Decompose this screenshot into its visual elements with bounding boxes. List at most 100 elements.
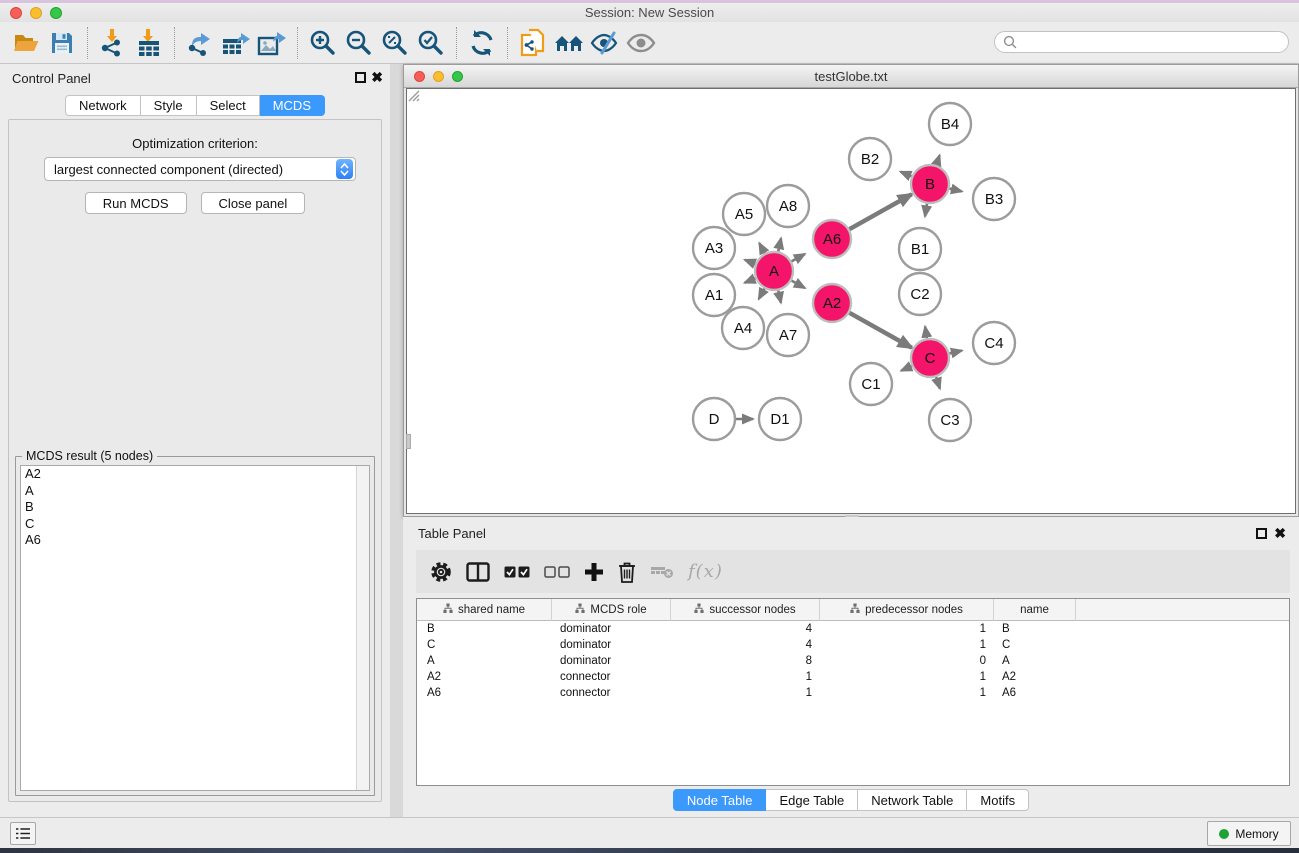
edge-C-C2[interactable] — [925, 327, 927, 339]
table-row[interactable]: A2connector11A2 — [417, 669, 1289, 685]
run-mcds-button[interactable]: Run MCDS — [85, 192, 187, 214]
edge-A-A7[interactable] — [778, 291, 781, 303]
close-table-panel-icon[interactable]: ✖ — [1274, 526, 1286, 540]
graph-node-A3[interactable]: A3 — [693, 227, 735, 269]
tab-motifs[interactable]: Motifs — [967, 789, 1029, 811]
export-network-icon[interactable] — [182, 26, 218, 60]
memory-button[interactable]: Memory — [1207, 821, 1291, 846]
result-item[interactable]: C — [21, 516, 369, 533]
tab-edge-table[interactable]: Edge Table — [766, 789, 858, 811]
graph-node-A8[interactable]: A8 — [767, 185, 809, 227]
edge-A2-C[interactable] — [849, 313, 911, 348]
edge-B-B2[interactable] — [900, 172, 911, 177]
graph-node-B2[interactable]: B2 — [849, 138, 891, 180]
unchecked-boxes-icon[interactable] — [544, 559, 570, 585]
result-item[interactable]: B — [21, 499, 369, 516]
result-scrollbar[interactable] — [356, 466, 369, 790]
optimization-dropdown[interactable]: largest connected component (directed) — [44, 157, 356, 181]
zoom-out-icon[interactable] — [341, 26, 377, 60]
export-table-icon[interactable] — [218, 26, 254, 60]
edge-C-C4[interactable] — [949, 351, 961, 354]
graph-node-D1[interactable]: D1 — [759, 398, 801, 440]
table-row[interactable]: Adominator80A — [417, 653, 1289, 669]
trash-icon[interactable] — [618, 559, 636, 585]
network-canvas[interactable]: B4 B2 B B3 A8A5 A6 A3 B1 A C2 A1 A2 A4A7 C4 C C1 D D1 C3 — [406, 88, 1296, 514]
edge-A-A6[interactable] — [792, 254, 805, 261]
graph-node-A[interactable]: A — [755, 252, 793, 290]
network-graph[interactable]: B4 B2 B B3 A8A5 A6 A3 B1 A C2 A1 A2 A4A7 C4 C C1 D D1 C3 — [407, 89, 1295, 513]
edge-A-A4[interactable] — [759, 289, 765, 299]
table-row[interactable]: A6connector11A6 — [417, 685, 1289, 701]
result-item[interactable]: A2 — [21, 466, 369, 483]
close-panel-button[interactable]: Close panel — [201, 192, 306, 214]
graph-node-A2[interactable]: A2 — [813, 284, 851, 322]
column-header-name[interactable]: name — [994, 599, 1076, 621]
hide-selected-icon[interactable] — [587, 26, 623, 60]
graph-node-C4[interactable]: C4 — [973, 322, 1015, 364]
edge-A-A2[interactable] — [792, 281, 805, 288]
tab-network[interactable]: Network — [65, 95, 141, 116]
float-table-panel-icon[interactable] — [1256, 528, 1267, 539]
import-network-icon[interactable] — [95, 26, 131, 60]
mcds-result-list[interactable]: A2ABCA6 — [20, 465, 370, 791]
column-header-successor-nodes[interactable]: successor nodes — [671, 599, 820, 621]
import-table-icon[interactable] — [131, 26, 167, 60]
edge-B-B4[interactable] — [936, 155, 939, 165]
edge-C-C3[interactable] — [936, 377, 940, 389]
tab-select[interactable]: Select — [197, 95, 260, 116]
column-header-predecessor-nodes[interactable]: predecessor nodes — [820, 599, 994, 621]
edge-B-B3[interactable] — [949, 189, 961, 192]
edge-C-C1[interactable] — [901, 366, 912, 371]
add-icon[interactable] — [584, 559, 604, 585]
graph-node-A4[interactable]: A4 — [722, 307, 764, 349]
graph-node-C2[interactable]: C2 — [899, 273, 941, 315]
graph-node-A6[interactable]: A6 — [813, 220, 851, 258]
tab-network-table[interactable]: Network Table — [858, 789, 967, 811]
resize-grip-icon[interactable] — [407, 89, 420, 102]
split-column-icon[interactable] — [466, 559, 490, 585]
graph-node-A1[interactable]: A1 — [693, 274, 735, 316]
task-history-button[interactable] — [10, 822, 36, 845]
edge-A-A5[interactable] — [759, 243, 764, 253]
result-item[interactable]: A6 — [21, 532, 369, 549]
clone-network-icon[interactable] — [515, 26, 551, 60]
edge-B-B1[interactable] — [925, 204, 927, 217]
gear-icon[interactable] — [430, 559, 452, 585]
graph-node-B[interactable]: B — [911, 165, 949, 203]
table-row[interactable]: Cdominator41C — [417, 637, 1289, 653]
edge-A6-B[interactable] — [849, 194, 911, 229]
checked-boxes-icon[interactable] — [504, 559, 530, 585]
column-header-MCDS-role[interactable]: MCDS role — [552, 599, 671, 621]
graph-node-A5[interactable]: A5 — [723, 193, 765, 235]
graph-node-C1[interactable]: C1 — [850, 363, 892, 405]
show-all-icon[interactable] — [623, 26, 659, 60]
vertical-scroll-thumb[interactable] — [406, 434, 411, 449]
graph-node-D[interactable]: D — [693, 398, 735, 440]
edge-A-A8[interactable] — [778, 238, 781, 251]
close-panel-icon[interactable]: ✖ — [371, 70, 383, 84]
save-session-icon[interactable] — [44, 26, 80, 60]
table-row[interactable]: Bdominator41B — [417, 621, 1289, 637]
graph-node-B4[interactable]: B4 — [929, 103, 971, 145]
graph-node-B3[interactable]: B3 — [973, 178, 1015, 220]
network-window-titlebar[interactable]: testGlobe.txt — [404, 65, 1298, 88]
edge-A-A3[interactable] — [745, 260, 756, 264]
tab-style[interactable]: Style — [141, 95, 197, 116]
graph-node-C3[interactable]: C3 — [929, 399, 971, 441]
result-item[interactable]: A — [21, 483, 369, 500]
graph-node-A7[interactable]: A7 — [767, 314, 809, 356]
edge-A-A1[interactable] — [745, 278, 756, 282]
tab-node-table[interactable]: Node Table — [673, 789, 767, 811]
node-table[interactable]: shared nameMCDS rolesuccessor nodesprede… — [416, 598, 1290, 786]
zoom-fit-icon[interactable] — [377, 26, 413, 60]
graph-node-C[interactable]: C — [911, 339, 949, 377]
tab-mcds[interactable]: MCDS — [260, 95, 325, 116]
graph-node-B1[interactable]: B1 — [899, 228, 941, 270]
apply-layout-icon[interactable] — [464, 26, 500, 60]
first-neighbors-icon[interactable] — [551, 26, 587, 60]
search-input[interactable] — [1017, 35, 1267, 49]
zoom-selected-icon[interactable] — [413, 26, 449, 60]
column-header-shared-name[interactable]: shared name — [417, 599, 552, 621]
open-session-icon[interactable] — [8, 26, 44, 60]
export-image-icon[interactable] — [254, 26, 290, 60]
